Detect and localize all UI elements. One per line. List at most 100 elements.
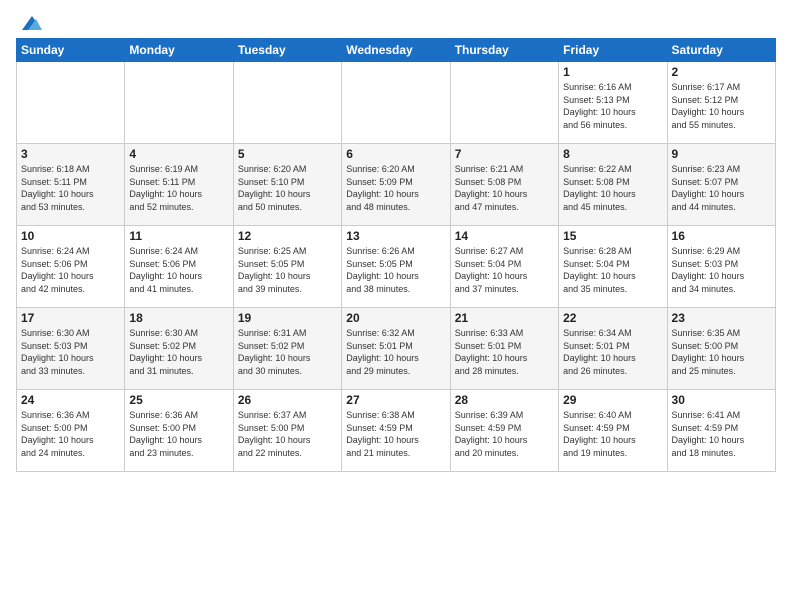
calendar-cell: 23Sunrise: 6:35 AMSunset: 5:00 PMDayligh… (667, 308, 775, 390)
calendar-cell: 16Sunrise: 6:29 AMSunset: 5:03 PMDayligh… (667, 226, 775, 308)
calendar-cell: 13 Sunrise: 6:26 AMSunset: 5:05 PMDayligh… (342, 226, 450, 308)
calendar-cell (125, 62, 233, 144)
day-number: 24 (21, 393, 120, 407)
day-number: 30 (672, 393, 771, 407)
day-info: Sunrise: 6:30 AMSunset: 5:03 PMDaylight:… (21, 327, 120, 377)
logo-text (16, 12, 42, 32)
day-number: 21 (455, 311, 554, 325)
calendar-cell: 8 Sunrise: 6:22 AMSunset: 5:08 PMDaylight… (559, 144, 667, 226)
day-number: 2 (672, 65, 771, 79)
weekday-header-row: SundayMondayTuesdayWednesdayThursdayFrid… (17, 39, 776, 62)
day-number: 17 (21, 311, 120, 325)
day-info: Sunrise: 6:28 AMSunset: 5:04 PMDaylight:… (563, 245, 662, 295)
day-info: Sunrise: 6:20 AMSunset: 5:10 PMDaylight:… (238, 163, 337, 213)
day-number: 12 (238, 229, 337, 243)
day-number: 13 (346, 229, 445, 243)
logo-icon (18, 12, 42, 32)
calendar-cell: 14 Sunrise: 6:27 AMSunset: 5:04 PMDayligh… (450, 226, 558, 308)
calendar-cell: 24 Sunrise: 6:36 AMSunset: 5:00 PMDayligh… (17, 390, 125, 472)
calendar-cell: 10 Sunrise: 6:24 AMSunset: 5:06 PMDayligh… (17, 226, 125, 308)
day-number: 23 (672, 311, 771, 325)
day-info: Sunrise: 6:20 AMSunset: 5:09 PMDaylight:… (346, 163, 445, 213)
week-row-3: 10 Sunrise: 6:24 AMSunset: 5:06 PMDayligh… (17, 226, 776, 308)
day-number: 20 (346, 311, 445, 325)
day-number: 15 (563, 229, 662, 243)
calendar-cell: 26Sunrise: 6:37 AMSunset: 5:00 PMDayligh… (233, 390, 341, 472)
day-info: Sunrise: 6:22 AMSunset: 5:08 PMDaylight:… (563, 163, 662, 213)
day-info: Sunrise: 6:38 AMSunset: 4:59 PMDaylight:… (346, 409, 445, 459)
day-info: Sunrise: 6:17 AMSunset: 5:12 PMDaylight:… (672, 81, 771, 131)
day-info: Sunrise: 6:25 AMSunset: 5:05 PMDaylight:… (238, 245, 337, 295)
day-info: Sunrise: 6:24 AMSunset: 5:06 PMDaylight:… (129, 245, 228, 295)
day-number: 6 (346, 147, 445, 161)
day-number: 1 (563, 65, 662, 79)
day-info: Sunrise: 6:21 AMSunset: 5:08 PMDaylight:… (455, 163, 554, 213)
week-row-5: 24 Sunrise: 6:36 AMSunset: 5:00 PMDayligh… (17, 390, 776, 472)
day-number: 26 (238, 393, 337, 407)
calendar-cell: 27 Sunrise: 6:38 AMSunset: 4:59 PMDayligh… (342, 390, 450, 472)
weekday-thursday: Thursday (450, 39, 558, 62)
calendar-cell: 2 Sunrise: 6:17 AMSunset: 5:12 PMDaylight… (667, 62, 775, 144)
calendar-cell: 30Sunrise: 6:41 AMSunset: 4:59 PMDayligh… (667, 390, 775, 472)
calendar-cell: 4 Sunrise: 6:19 AMSunset: 5:11 PMDaylight… (125, 144, 233, 226)
day-info: Sunrise: 6:31 AMSunset: 5:02 PMDaylight:… (238, 327, 337, 377)
day-number: 22 (563, 311, 662, 325)
calendar-cell: 17 Sunrise: 6:30 AMSunset: 5:03 PMDayligh… (17, 308, 125, 390)
weekday-monday: Monday (125, 39, 233, 62)
day-number: 27 (346, 393, 445, 407)
calendar-cell (342, 62, 450, 144)
day-info: Sunrise: 6:33 AMSunset: 5:01 PMDaylight:… (455, 327, 554, 377)
page: SundayMondayTuesdayWednesdayThursdayFrid… (0, 0, 792, 612)
day-number: 3 (21, 147, 120, 161)
day-number: 10 (21, 229, 120, 243)
calendar-cell: 3Sunrise: 6:18 AMSunset: 5:11 PMDaylight… (17, 144, 125, 226)
day-info: Sunrise: 6:29 AMSunset: 5:03 PMDaylight:… (672, 245, 771, 295)
calendar-cell: 12 Sunrise: 6:25 AMSunset: 5:05 PMDayligh… (233, 226, 341, 308)
week-row-2: 3Sunrise: 6:18 AMSunset: 5:11 PMDaylight… (17, 144, 776, 226)
day-number: 5 (238, 147, 337, 161)
weekday-tuesday: Tuesday (233, 39, 341, 62)
calendar-cell: 7 Sunrise: 6:21 AMSunset: 5:08 PMDaylight… (450, 144, 558, 226)
day-info: Sunrise: 6:32 AMSunset: 5:01 PMDaylight:… (346, 327, 445, 377)
calendar-cell (233, 62, 341, 144)
weekday-friday: Friday (559, 39, 667, 62)
day-number: 14 (455, 229, 554, 243)
weekday-wednesday: Wednesday (342, 39, 450, 62)
day-number: 4 (129, 147, 228, 161)
calendar-cell: 28 Sunrise: 6:39 AMSunset: 4:59 PMDayligh… (450, 390, 558, 472)
calendar-cell (17, 62, 125, 144)
day-number: 25 (129, 393, 228, 407)
calendar-cell (450, 62, 558, 144)
day-info: Sunrise: 6:24 AMSunset: 5:06 PMDaylight:… (21, 245, 120, 295)
calendar-cell: 18Sunrise: 6:30 AMSunset: 5:02 PMDayligh… (125, 308, 233, 390)
day-info: Sunrise: 6:36 AMSunset: 5:00 PMDaylight:… (21, 409, 120, 459)
week-row-4: 17 Sunrise: 6:30 AMSunset: 5:03 PMDayligh… (17, 308, 776, 390)
weekday-sunday: Sunday (17, 39, 125, 62)
calendar-cell: 25Sunrise: 6:36 AMSunset: 5:00 PMDayligh… (125, 390, 233, 472)
day-info: Sunrise: 6:39 AMSunset: 4:59 PMDaylight:… (455, 409, 554, 459)
day-number: 8 (563, 147, 662, 161)
calendar-cell: 1Sunrise: 6:16 AMSunset: 5:13 PMDaylight… (559, 62, 667, 144)
calendar-cell: 21 Sunrise: 6:33 AMSunset: 5:01 PMDayligh… (450, 308, 558, 390)
day-info: Sunrise: 6:23 AMSunset: 5:07 PMDaylight:… (672, 163, 771, 213)
day-number: 29 (563, 393, 662, 407)
week-row-1: 1Sunrise: 6:16 AMSunset: 5:13 PMDaylight… (17, 62, 776, 144)
day-number: 9 (672, 147, 771, 161)
day-number: 7 (455, 147, 554, 161)
day-number: 11 (129, 229, 228, 243)
weekday-saturday: Saturday (667, 39, 775, 62)
day-info: Sunrise: 6:40 AMSunset: 4:59 PMDaylight:… (563, 409, 662, 459)
calendar-cell: 22 Sunrise: 6:34 AMSunset: 5:01 PMDayligh… (559, 308, 667, 390)
calendar-cell: 20 Sunrise: 6:32 AMSunset: 5:01 PMDayligh… (342, 308, 450, 390)
header (16, 12, 776, 32)
day-info: Sunrise: 6:26 AMSunset: 5:05 PMDaylight:… (346, 245, 445, 295)
day-number: 18 (129, 311, 228, 325)
calendar-cell: 15 Sunrise: 6:28 AMSunset: 5:04 PMDayligh… (559, 226, 667, 308)
day-info: Sunrise: 6:27 AMSunset: 5:04 PMDaylight:… (455, 245, 554, 295)
day-info: Sunrise: 6:34 AMSunset: 5:01 PMDaylight:… (563, 327, 662, 377)
day-info: Sunrise: 6:19 AMSunset: 5:11 PMDaylight:… (129, 163, 228, 213)
calendar-cell: 11 Sunrise: 6:24 AMSunset: 5:06 PMDayligh… (125, 226, 233, 308)
day-number: 28 (455, 393, 554, 407)
day-number: 19 (238, 311, 337, 325)
calendar-cell: 29 Sunrise: 6:40 AMSunset: 4:59 PMDayligh… (559, 390, 667, 472)
